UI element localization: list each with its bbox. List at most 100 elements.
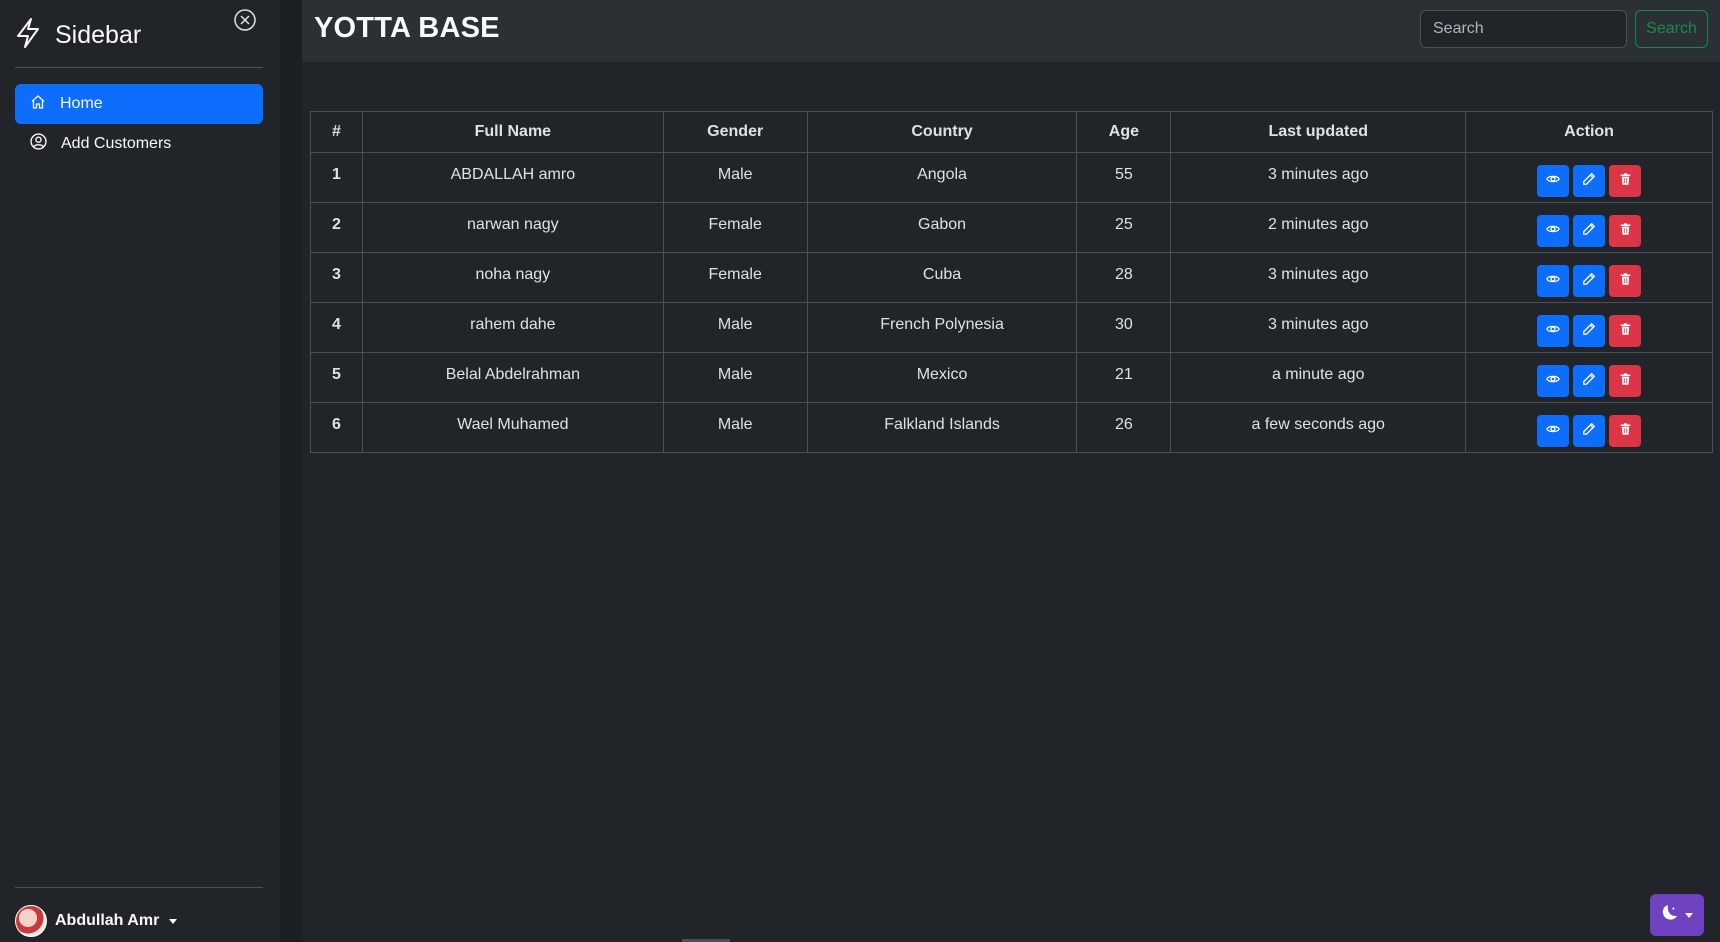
edit-button[interactable] <box>1573 315 1606 347</box>
view-button[interactable] <box>1537 265 1570 297</box>
column-header: Age <box>1076 111 1172 153</box>
cell-full-name: ABDALLAH amro <box>361 152 664 203</box>
sidebar-brand[interactable]: Sidebar <box>15 14 141 56</box>
cell-gender: Male <box>662 352 808 403</box>
row-index: 4 <box>310 302 363 353</box>
delete-button[interactable] <box>1609 315 1642 347</box>
table-row: 4 rahem dahe Male French Polynesia 30 3 minut… <box>310 302 1713 353</box>
view-button[interactable] <box>1537 315 1570 347</box>
trash-icon <box>1619 272 1632 291</box>
row-actions <box>1466 215 1712 247</box>
eye-icon <box>1546 222 1560 241</box>
person-circle-icon <box>30 133 47 155</box>
cell-country: Cuba <box>806 252 1078 303</box>
close-circle-icon <box>233 8 257 37</box>
cell-full-name: noha nagy <box>361 252 664 303</box>
cell-full-name: narwan nagy <box>361 202 664 253</box>
cell-actions <box>1465 202 1713 253</box>
cell-actions <box>1465 302 1713 353</box>
cell-last-updated: 2 minutes ago <box>1170 202 1467 253</box>
user-menu[interactable]: Abdullah Amr <box>15 905 178 937</box>
moon-icon <box>1661 904 1679 927</box>
cell-actions <box>1465 402 1713 453</box>
cell-last-updated: 3 minutes ago <box>1170 252 1467 303</box>
house-icon <box>30 94 46 115</box>
delete-button[interactable] <box>1609 365 1642 397</box>
delete-button[interactable] <box>1609 265 1642 297</box>
search-input[interactable] <box>1420 10 1627 48</box>
cell-gender: Female <box>662 202 808 253</box>
cell-age: 28 <box>1076 252 1172 303</box>
cell-actions <box>1465 252 1713 303</box>
sidebar-item-add-customers[interactable]: Add Customers <box>15 124 263 164</box>
cell-last-updated: 3 minutes ago <box>1170 302 1467 353</box>
pencil-icon <box>1582 422 1596 441</box>
avatar <box>15 905 47 937</box>
edit-button[interactable] <box>1573 265 1606 297</box>
pencil-icon <box>1582 372 1596 391</box>
edit-button[interactable] <box>1573 165 1606 197</box>
row-index: 1 <box>310 152 363 203</box>
column-header: Gender <box>662 111 808 153</box>
topbar: YOTTA BASE Search <box>302 0 1720 62</box>
page-title: YOTTA BASE <box>314 12 500 44</box>
view-button[interactable] <box>1537 365 1570 397</box>
cell-gender: Female <box>662 252 808 303</box>
pencil-icon <box>1582 322 1596 341</box>
sidebar-item-label: Add Customers <box>61 135 172 152</box>
pencil-icon <box>1582 222 1596 241</box>
view-button[interactable] <box>1537 415 1570 447</box>
cell-country: Angola <box>806 152 1078 203</box>
table-header-row: # Full Name Gender Country Age Last upda… <box>310 111 1713 153</box>
cell-full-name: Belal Abdelrahman <box>361 352 664 403</box>
cell-gender: Male <box>662 302 808 353</box>
edit-button[interactable] <box>1573 215 1606 247</box>
cell-last-updated: 3 minutes ago <box>1170 152 1467 203</box>
search-button[interactable]: Search <box>1635 10 1708 48</box>
column-header: Last updated <box>1170 111 1467 153</box>
cell-last-updated: a minute ago <box>1170 352 1467 403</box>
caret-down-icon <box>169 918 178 924</box>
delete-button[interactable] <box>1609 165 1642 197</box>
sidebar-divider <box>15 67 263 68</box>
trash-icon <box>1619 422 1632 441</box>
trash-icon <box>1619 372 1632 391</box>
delete-button[interactable] <box>1609 215 1642 247</box>
trash-icon <box>1619 172 1632 191</box>
trash-icon <box>1619 322 1632 341</box>
app-root: Sidebar Home Add Customers Abdullah Amr … <box>0 0 1720 942</box>
main-content: YOTTA BASE Search # Full Name Gender Cou… <box>302 0 1720 942</box>
trash-icon <box>1619 222 1632 241</box>
lightning-icon <box>15 17 41 54</box>
close-sidebar-button[interactable] <box>232 8 258 37</box>
pencil-icon <box>1582 272 1596 291</box>
row-index: 5 <box>310 352 363 403</box>
row-actions <box>1466 365 1712 397</box>
sidebar-item-home[interactable]: Home <box>15 84 263 124</box>
delete-button[interactable] <box>1609 415 1642 447</box>
cell-gender: Male <box>662 402 808 453</box>
table-row: 6 Wael Muhamed Male Falkland Islands 26 a few… <box>310 402 1713 453</box>
cell-country: Falkland Islands <box>806 402 1078 453</box>
cell-country: French Polynesia <box>806 302 1078 353</box>
view-button[interactable] <box>1537 165 1570 197</box>
cell-full-name: Wael Muhamed <box>361 402 664 453</box>
row-actions <box>1466 415 1712 447</box>
edit-button[interactable] <box>1573 415 1606 447</box>
cell-actions <box>1465 352 1713 403</box>
row-actions <box>1466 315 1712 347</box>
sidebar-nav: Home Add Customers <box>15 84 263 164</box>
table-row: 5 Belal Abdelrahman Male Mexico 21 a minute a… <box>310 352 1713 403</box>
edit-button[interactable] <box>1573 365 1606 397</box>
caret-down-icon <box>1685 912 1693 918</box>
eye-icon <box>1546 172 1560 191</box>
eye-icon <box>1546 372 1560 391</box>
row-index: 2 <box>310 202 363 253</box>
cell-age: 25 <box>1076 202 1172 253</box>
table-row: 1 ABDALLAH amro Male Angola 55 3 minutes ago <box>310 152 1713 203</box>
cell-gender: Male <box>662 152 808 203</box>
theme-toggle-button[interactable] <box>1650 894 1704 936</box>
view-button[interactable] <box>1537 215 1570 247</box>
eye-icon <box>1546 272 1560 291</box>
row-index: 3 <box>310 252 363 303</box>
